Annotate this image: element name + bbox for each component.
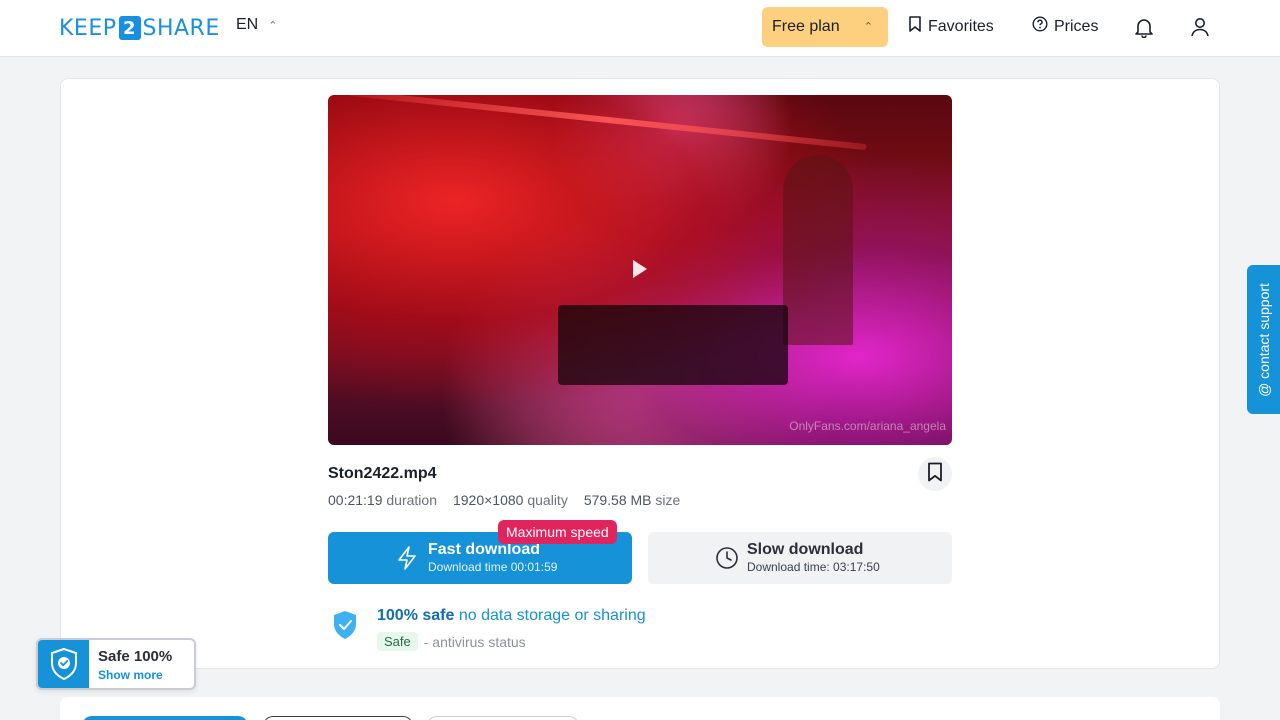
duration-meta: 00:21:19 duration <box>328 492 437 508</box>
video-watermark: OnlyFans.com/ariana_angela <box>789 419 946 433</box>
safe-tag: Safe <box>377 632 418 651</box>
safety-headline: 100% safe no data storage or sharing <box>377 607 646 625</box>
size-meta: 579.58 MB size <box>584 492 681 508</box>
chevron-up-icon: ⌃ <box>268 19 278 32</box>
file-meta: 00:21:19 duration 1920×1080 quality 579.… <box>328 492 680 508</box>
favorites-label: Favorites <box>928 17 994 35</box>
bookmark-icon <box>908 16 922 37</box>
chevron-up-icon: ⌃ <box>863 21 873 33</box>
language-selector[interactable]: EN ⌃ <box>236 16 277 34</box>
fast-download-time: Download time 00:01:59 <box>428 560 558 574</box>
bottom-tab[interactable] <box>263 716 413 720</box>
safety-headline-bold: 100% safe <box>377 607 455 624</box>
keep2share-logo[interactable]: KEEP 2 SHARE <box>59 14 220 42</box>
quality-label: quality <box>527 492 568 508</box>
size-label: size <box>655 492 681 508</box>
show-more-link[interactable]: Show more <box>98 668 163 682</box>
bookmark-icon <box>927 462 943 487</box>
duration-value: 00:21:19 <box>328 492 383 508</box>
video-preview[interactable]: OnlyFans.com/ariana_angela <box>328 95 952 445</box>
bottom-tab[interactable] <box>427 716 579 720</box>
contact-support-label: @ contact support <box>1255 282 1272 397</box>
contact-support-tab[interactable]: @ contact support <box>1247 265 1280 414</box>
prices-link[interactable]: Prices <box>1032 16 1098 37</box>
safe-widget-title: Safe 100% <box>98 648 173 665</box>
preview-decoration <box>349 95 867 151</box>
lightning-icon <box>396 546 418 575</box>
size-value: 579.58 MB <box>583 492 652 508</box>
maximum-speed-badge: Maximum speed <box>498 520 617 544</box>
safe-widget[interactable]: Safe 100% Show more <box>36 638 196 690</box>
prices-label: Prices <box>1054 17 1099 35</box>
shield-check-icon <box>38 640 89 688</box>
preview-decoration <box>783 155 853 345</box>
bell-icon[interactable] <box>1132 15 1156 39</box>
file-name: Ston2422.mp4 <box>328 465 437 482</box>
slow-download-button[interactable]: Slow download Download time: 03:17:50 <box>648 532 952 584</box>
quality-value: 1920×1080 <box>452 492 524 508</box>
shield-check-icon <box>332 610 358 645</box>
bottom-tab[interactable] <box>82 716 248 720</box>
bookmark-button[interactable] <box>918 457 952 491</box>
play-icon[interactable] <box>633 260 647 278</box>
safety-headline-rest: no data storage or sharing <box>458 607 646 624</box>
plan-label: Free plan <box>772 18 840 35</box>
user-icon[interactable] <box>1188 15 1212 39</box>
antivirus-status: Safe - antivirus status <box>377 632 526 651</box>
antivirus-status-label: - antivirus status <box>423 633 526 650</box>
duration-label: duration <box>386 492 437 508</box>
top-header: KEEP 2 SHARE EN ⌃ Free plan ⌃ Favorites … <box>0 0 1280 57</box>
quality-meta: 1920×1080 quality <box>453 492 568 508</box>
language-label: EN <box>236 16 259 33</box>
clock-icon <box>715 546 739 575</box>
preview-decoration <box>558 305 788 385</box>
favorites-link[interactable]: Favorites <box>908 16 994 37</box>
question-circle-icon <box>1032 16 1048 37</box>
slow-download-title: Slow download <box>747 541 864 558</box>
logo-text-keep: KEEP <box>59 15 117 41</box>
slow-download-time: Download time: 03:17:50 <box>747 560 880 574</box>
free-plan-button[interactable]: Free plan ⌃ <box>762 7 888 47</box>
logo-text-2: 2 <box>118 16 141 40</box>
logo-text-share: SHARE <box>142 15 220 41</box>
